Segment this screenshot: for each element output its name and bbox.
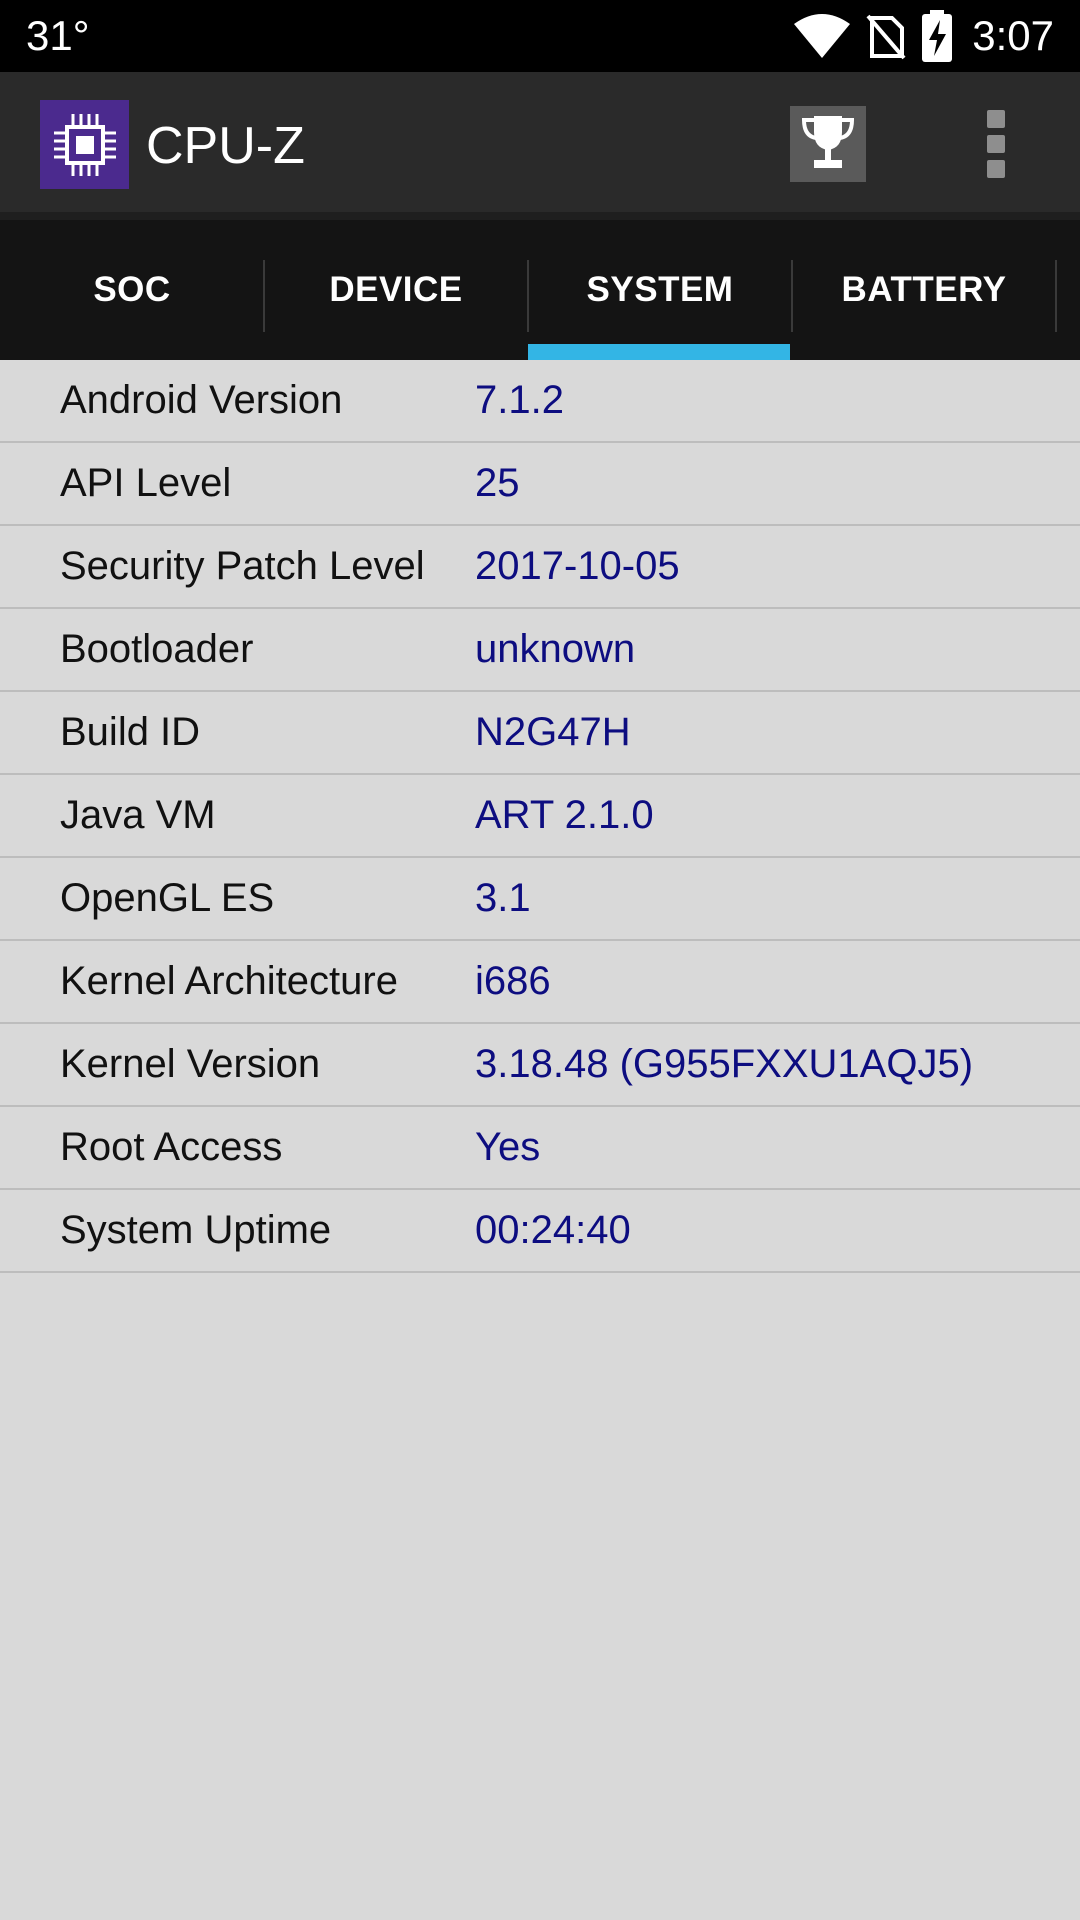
system-info-list: Android Version 7.1.2 API Level 25 Secur… xyxy=(0,360,1080,1273)
tab-divider xyxy=(1055,260,1057,332)
info-label: System Uptime xyxy=(60,1208,332,1252)
info-value: i686 xyxy=(475,959,551,1003)
info-row-kernel-architecture: Kernel Architecture i686 xyxy=(0,941,1080,1024)
info-row-root-access: Root Access Yes xyxy=(0,1107,1080,1190)
info-label: Build ID xyxy=(60,710,201,754)
overflow-menu-icon xyxy=(987,110,1005,128)
info-label: Java VM xyxy=(60,793,216,837)
info-value: Yes xyxy=(475,1125,541,1169)
info-value: 3.1 xyxy=(475,876,531,920)
status-time: 3:07 xyxy=(972,12,1054,59)
status-icons: 3:07 xyxy=(792,0,1080,72)
tab-device[interactable]: DEVICE xyxy=(264,220,528,360)
wifi-icon xyxy=(792,12,852,60)
cpu-chip-icon xyxy=(40,100,129,189)
info-label: Root Access xyxy=(60,1125,283,1169)
app-bar: CPU-Z xyxy=(0,72,1080,212)
info-label: Android Version xyxy=(60,378,343,422)
info-value: 25 xyxy=(475,461,520,505)
info-value: 3.18.48 (G955FXXU1AQJ5) xyxy=(475,1042,974,1086)
no-sim-icon xyxy=(866,12,906,60)
trophy-icon xyxy=(800,112,856,177)
info-label: Security Patch Level xyxy=(60,544,425,588)
info-row-api-level: API Level 25 xyxy=(0,443,1080,526)
info-value: unknown xyxy=(475,627,636,671)
info-row-android-version: Android Version 7.1.2 xyxy=(0,360,1080,443)
info-label: OpenGL ES xyxy=(60,876,275,920)
info-row-java-vm: Java VM ART 2.1.0 xyxy=(0,775,1080,858)
info-row-system-uptime: System Uptime 00:24:40 xyxy=(0,1190,1080,1273)
tab-bar: SOC DEVICE SYSTEM BATTERY xyxy=(0,212,1080,360)
info-label: Bootloader xyxy=(60,627,254,671)
info-label: API Level xyxy=(60,461,232,505)
info-value: N2G47H xyxy=(475,710,631,754)
info-label: Kernel Version xyxy=(60,1042,321,1086)
trophy-button[interactable] xyxy=(790,106,866,182)
info-value: 7.1.2 xyxy=(475,378,564,422)
tab-system[interactable]: SYSTEM xyxy=(528,220,792,360)
info-label: Kernel Architecture xyxy=(60,959,398,1003)
info-row-opengl-es: OpenGL ES 3.1 xyxy=(0,858,1080,941)
selected-tab-indicator xyxy=(528,344,790,360)
battery-charging-icon xyxy=(920,10,954,62)
tab-soc[interactable]: SOC xyxy=(0,220,264,360)
info-value: 00:24:40 xyxy=(475,1208,631,1252)
info-row-kernel-version: Kernel Version 3.18.48 (G955FXXU1AQJ5) xyxy=(0,1024,1080,1107)
status-temperature: 31° xyxy=(26,12,90,59)
info-value: ART 2.1.0 xyxy=(475,793,654,837)
status-bar: 31° 3:07 xyxy=(0,0,1080,72)
info-value: 2017-10-05 xyxy=(475,544,680,588)
tab-battery[interactable]: BATTERY xyxy=(792,220,1056,360)
overflow-menu-button[interactable] xyxy=(972,110,1020,178)
info-row-build-id: Build ID N2G47H xyxy=(0,692,1080,775)
info-row-security-patch-level: Security Patch Level 2017-10-05 xyxy=(0,526,1080,609)
info-row-bootloader: Bootloader unknown xyxy=(0,609,1080,692)
app-title: CPU-Z xyxy=(146,117,305,175)
